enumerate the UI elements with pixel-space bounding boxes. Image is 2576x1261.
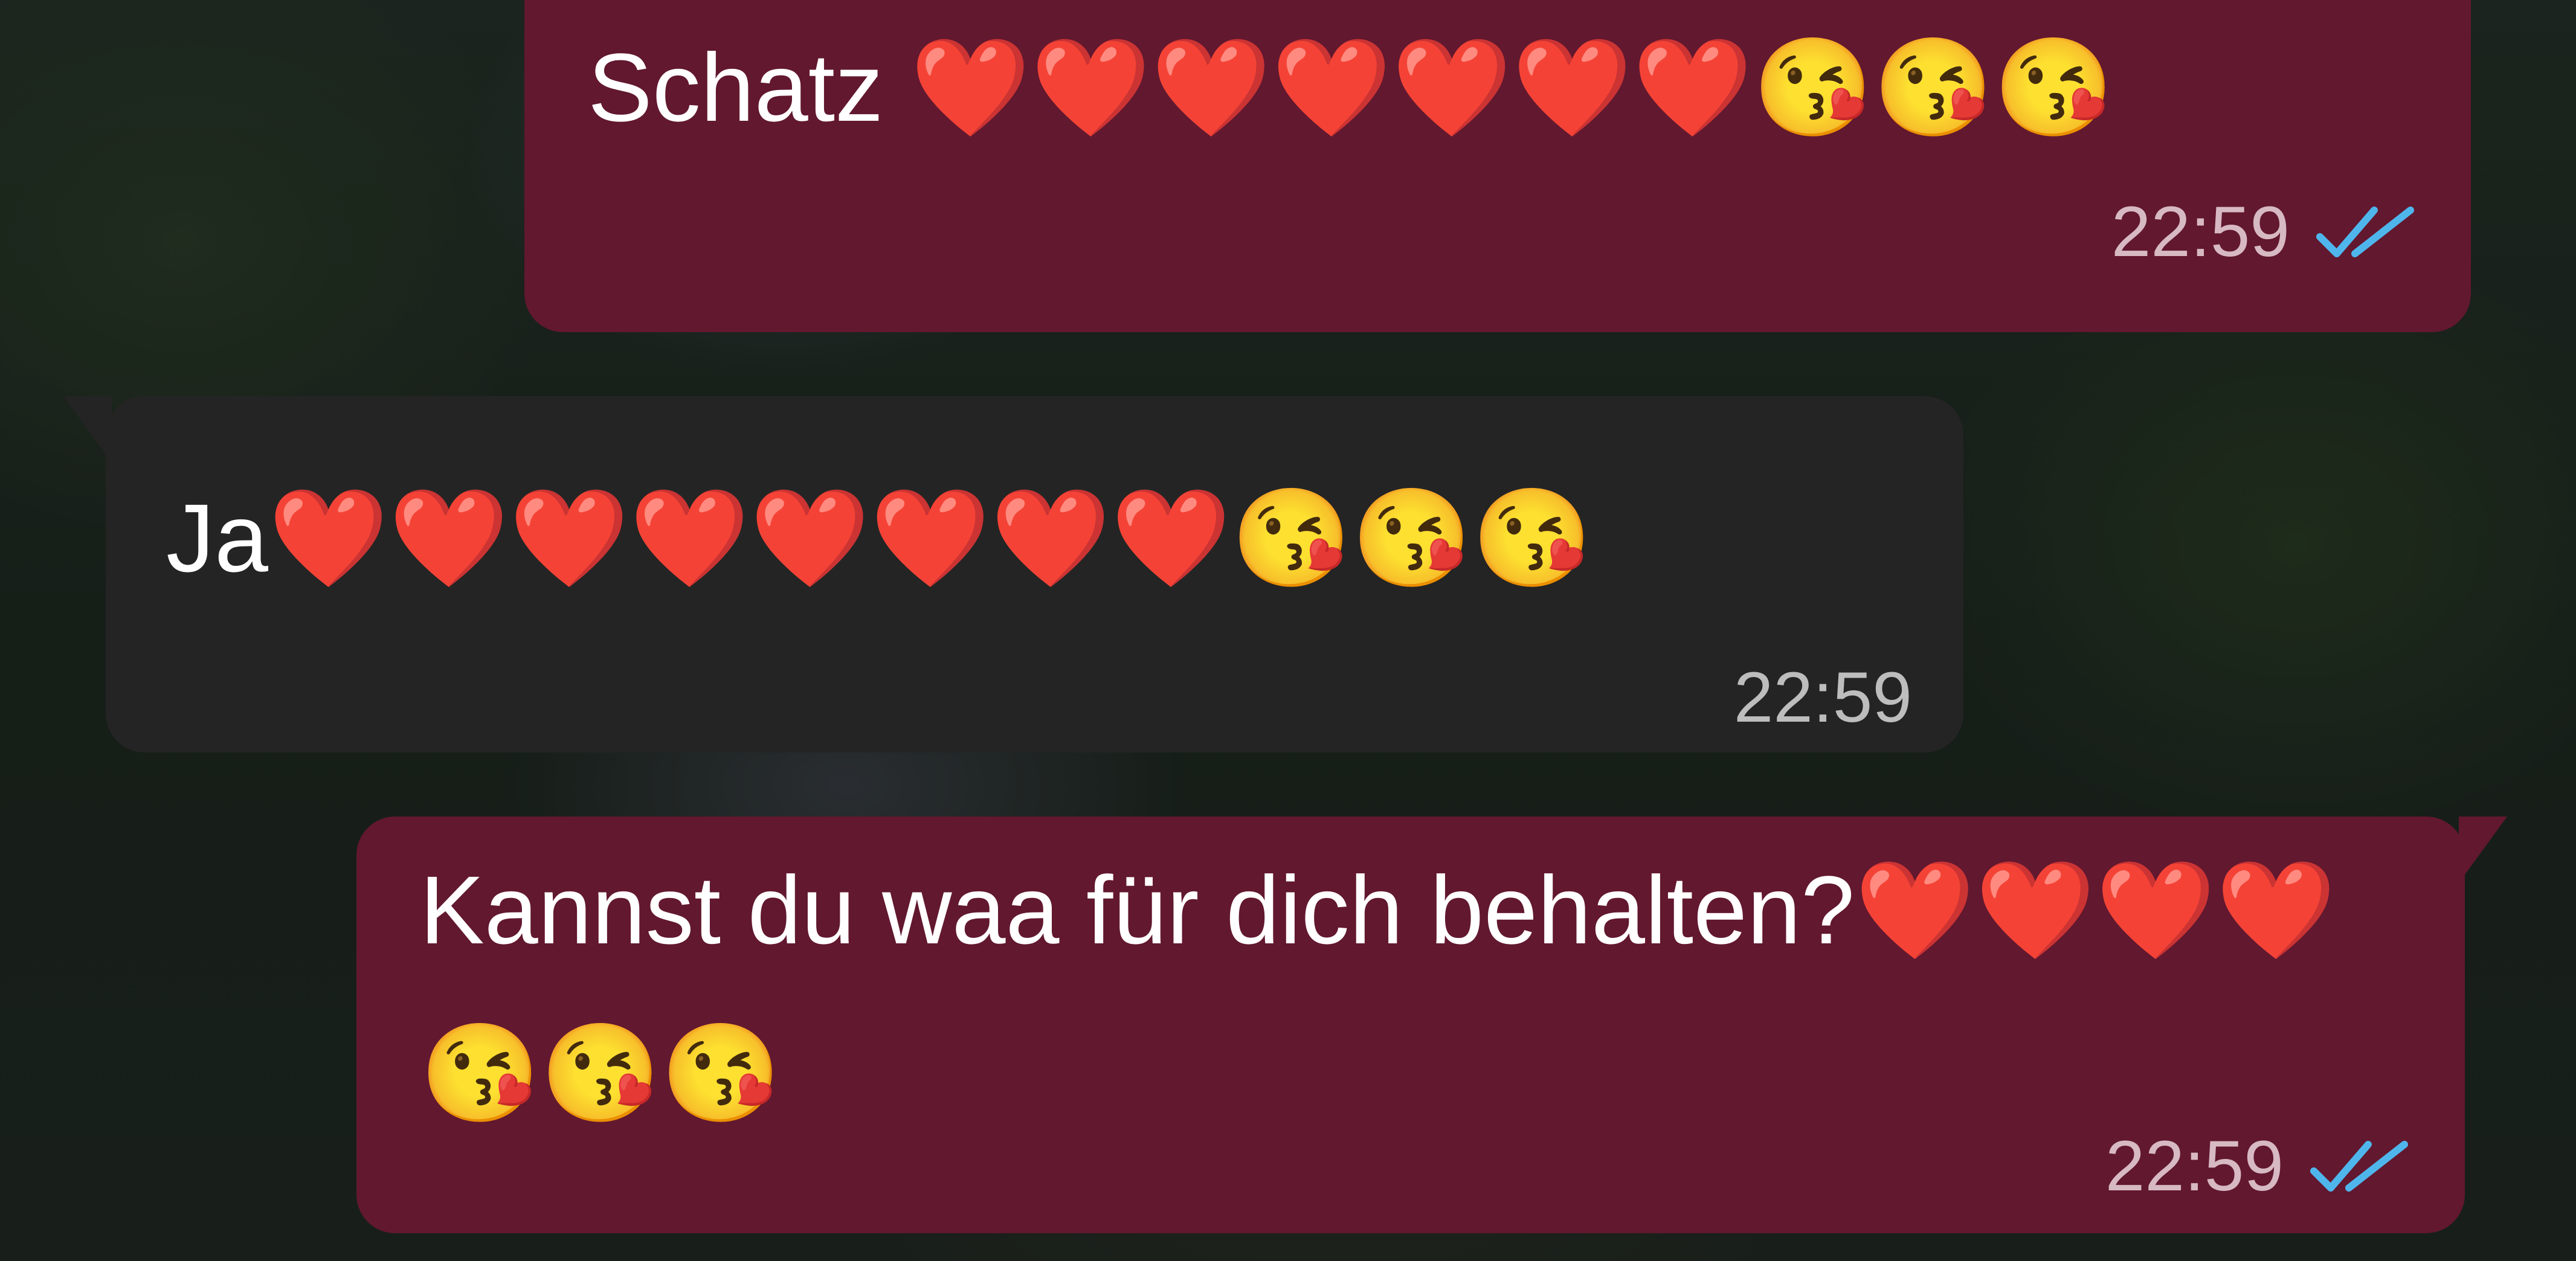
message-time: 22:59 bbox=[2111, 192, 2290, 272]
read-double-check-icon bbox=[2316, 207, 2414, 257]
bubble-tail bbox=[63, 396, 112, 463]
message-bubble-outgoing[interactable]: Schatz ❤️❤️❤️❤️❤️❤️❤️😘😘😘 22:59 bbox=[524, 0, 2471, 332]
read-double-check-icon bbox=[2310, 1141, 2408, 1192]
message-time: 22:59 bbox=[1733, 658, 1912, 737]
message-bubble-outgoing[interactable]: Kannst du waa für dich behalten?❤️❤️❤️❤️… bbox=[356, 817, 2507, 1233]
bubble-tail bbox=[2459, 817, 2507, 883]
message-meta: 22:59 bbox=[2105, 1131, 2410, 1202]
message-text: Kannst du waa für dich behalten?❤️❤️❤️❤️… bbox=[420, 856, 2336, 1127]
message-meta: 22:59 bbox=[1734, 662, 1912, 733]
message-bubble-incoming[interactable]: Ja❤️❤️❤️❤️❤️❤️❤️❤️😘😘😘 22:59 bbox=[63, 396, 1963, 752]
message-meta: 22:59 bbox=[2111, 196, 2417, 268]
message-text: Ja❤️❤️❤️❤️❤️❤️❤️❤️😘😘😘 bbox=[166, 484, 1592, 592]
message-text: Schatz ❤️❤️❤️❤️❤️❤️❤️😘😘😘 bbox=[588, 33, 2114, 141]
message-time: 22:59 bbox=[2105, 1126, 2284, 1206]
